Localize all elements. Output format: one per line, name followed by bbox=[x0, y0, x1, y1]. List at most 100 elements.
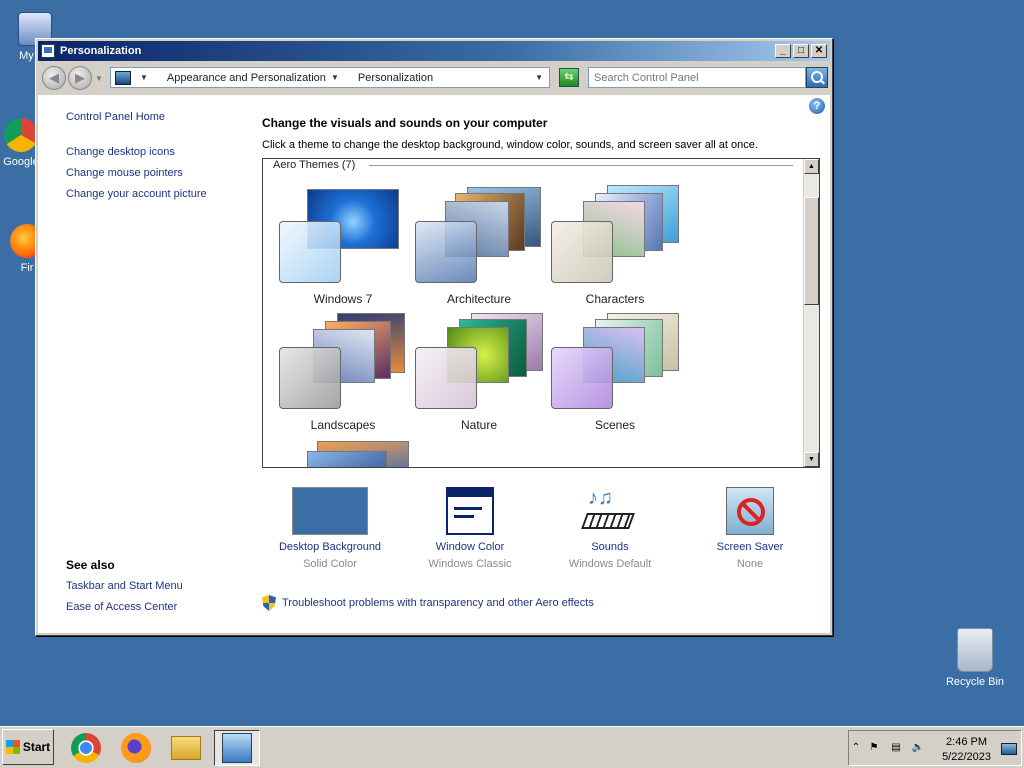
desktop-icon-label: Recycle Bin bbox=[945, 676, 1005, 688]
theme-glass-swatch bbox=[279, 347, 341, 409]
refresh-icon: ⇆ bbox=[564, 71, 574, 83]
refresh-button[interactable]: ⇆ bbox=[559, 68, 579, 87]
minimize-button[interactable]: _ bbox=[775, 44, 791, 58]
scroll-thumb[interactable] bbox=[804, 197, 819, 305]
folder-icon bbox=[171, 736, 201, 760]
theme-label: Architecture bbox=[446, 292, 512, 306]
theme-partial-next[interactable] bbox=[277, 441, 411, 467]
scroll-up-button[interactable]: ▲ bbox=[804, 159, 819, 174]
taskbar: Start ⌃ ⚑ ▤ 🔈 2:46 PM 5/22/2023 bbox=[0, 726, 1024, 768]
desktop-icon-recycle-bin[interactable]: Recycle Bin bbox=[940, 628, 1010, 688]
desktop-icon-label: Google bbox=[3, 156, 39, 168]
screen-saver-option[interactable]: Screen Saver None bbox=[680, 487, 820, 570]
theme-glass-swatch bbox=[551, 221, 613, 283]
desktop-background-icon bbox=[292, 487, 368, 535]
scroll-down-button[interactable]: ▼ bbox=[804, 452, 819, 467]
close-button[interactable]: ✕ bbox=[811, 44, 827, 58]
forward-button[interactable]: ▶ bbox=[68, 66, 92, 90]
show-hidden-icons-button[interactable]: ⌃ bbox=[849, 742, 863, 756]
network-icon[interactable]: ▤ bbox=[889, 742, 903, 756]
group-divider bbox=[369, 165, 793, 166]
theme-label: Scenes bbox=[594, 418, 636, 432]
theme-label: Windows 7 bbox=[313, 292, 373, 306]
theme-nature[interactable]: Nature bbox=[413, 313, 545, 435]
system-tray: ⌃ ⚑ ▤ 🔈 2:46 PM 5/22/2023 bbox=[848, 730, 1022, 766]
taskbar-start-menu-link[interactable]: Taskbar and Start Menu bbox=[66, 580, 183, 592]
theme-glass-swatch bbox=[415, 221, 477, 283]
theme-card bbox=[307, 451, 387, 467]
theme-glass-swatch bbox=[415, 347, 477, 409]
control-panel-icon bbox=[41, 44, 55, 58]
personalization-window: Personalization _ □ ✕ ◀ ▶ ▼ ▼ Appearance… bbox=[35, 38, 833, 636]
theme-label: Landscapes bbox=[310, 418, 376, 432]
change-desktop-icons-link[interactable]: Change desktop icons bbox=[66, 146, 175, 158]
control-panel-icon bbox=[222, 733, 252, 763]
taskbar-firefox[interactable] bbox=[116, 730, 156, 766]
option-value: Solid Color bbox=[303, 558, 357, 570]
option-value: None bbox=[736, 558, 764, 570]
ease-of-access-link[interactable]: Ease of Access Center bbox=[66, 601, 177, 613]
change-account-picture-link[interactable]: Change your account picture bbox=[66, 188, 207, 200]
address-field[interactable]: ▼ Appearance and Personalization ▼ Person… bbox=[110, 67, 550, 88]
breadcrumb-root-arrow[interactable]: ▼ bbox=[135, 73, 157, 82]
change-mouse-pointers-link[interactable]: Change mouse pointers bbox=[66, 167, 183, 179]
theme-label: Characters bbox=[585, 292, 645, 306]
chrome-icon bbox=[4, 118, 38, 152]
search-input[interactable] bbox=[588, 67, 806, 88]
title-bar[interactable]: Personalization _ □ ✕ bbox=[38, 41, 830, 61]
taskbar-control-panel[interactable] bbox=[214, 730, 260, 766]
volume-muted-icon[interactable]: 🔈 bbox=[911, 742, 925, 756]
show-desktop-button[interactable] bbox=[1001, 743, 1017, 755]
action-center-flag-icon[interactable]: ⚑ bbox=[867, 742, 881, 756]
troubleshoot-link[interactable]: Troubleshoot problems with transparency … bbox=[262, 595, 594, 611]
control-panel-home-link[interactable]: Control Panel Home bbox=[66, 111, 165, 123]
customization-options: Desktop Background Solid Color Window Co… bbox=[262, 487, 822, 587]
forward-arrow-icon: ▶ bbox=[75, 70, 85, 85]
theme-list-scrollbar[interactable]: ▲ ▼ bbox=[803, 159, 819, 467]
theme-landscapes[interactable]: Landscapes bbox=[277, 313, 409, 435]
clock-time: 2:46 PM bbox=[946, 736, 988, 748]
back-arrow-icon: ◀ bbox=[49, 70, 59, 85]
option-value: Windows Default bbox=[568, 558, 652, 570]
theme-scenes[interactable]: Scenes bbox=[549, 313, 681, 435]
theme-preview bbox=[291, 441, 411, 467]
help-button[interactable]: ? bbox=[809, 98, 825, 114]
sounds-option[interactable]: ♪♫ Sounds Windows Default bbox=[540, 487, 680, 570]
desktop-background-option[interactable]: Desktop Background Solid Color bbox=[260, 487, 400, 570]
search-button[interactable] bbox=[806, 67, 828, 88]
start-button[interactable]: Start bbox=[2, 729, 54, 765]
window-color-option[interactable]: Window Color Windows Classic bbox=[400, 487, 540, 570]
screen-saver-icon bbox=[726, 487, 774, 535]
breadcrumb-label: Appearance and Personalization bbox=[166, 71, 326, 84]
option-label: Window Color bbox=[435, 541, 505, 553]
theme-glass-swatch bbox=[551, 347, 613, 409]
back-button[interactable]: ◀ bbox=[42, 66, 66, 90]
chevron-down-icon: ▼ bbox=[330, 73, 339, 82]
address-history-dropdown[interactable]: ▼ bbox=[535, 73, 543, 82]
shield-icon bbox=[262, 595, 276, 611]
content-area: ? Control Panel Home Change desktop icon… bbox=[38, 95, 830, 633]
window-color-icon bbox=[446, 487, 494, 535]
clock[interactable]: 2:46 PM 5/22/2023 bbox=[942, 735, 991, 765]
page-title: Change the visuals and sounds on your co… bbox=[262, 116, 548, 130]
breadcrumb-personalization[interactable]: Personalization bbox=[358, 72, 433, 84]
troubleshoot-label: Troubleshoot problems with transparency … bbox=[282, 597, 594, 609]
theme-characters[interactable]: Characters bbox=[549, 185, 681, 309]
option-label: Screen Saver bbox=[716, 541, 784, 553]
maximize-button[interactable]: □ bbox=[793, 44, 809, 58]
window-title: Personalization bbox=[60, 45, 142, 57]
group-label: Aero Themes (7) bbox=[273, 159, 360, 171]
address-bar: ◀ ▶ ▼ ▼ Appearance and Personalization ▼ … bbox=[38, 63, 830, 93]
windows-logo-icon bbox=[5, 740, 20, 754]
recycle-bin-icon bbox=[957, 628, 993, 672]
theme-architecture[interactable]: Architecture bbox=[413, 187, 545, 309]
taskbar-file-explorer[interactable] bbox=[166, 730, 206, 766]
sounds-icon: ♪♫ bbox=[581, 487, 638, 535]
firefox-icon bbox=[121, 733, 151, 763]
breadcrumb-appearance[interactable]: Appearance and Personalization ▼ bbox=[167, 72, 348, 84]
option-value: Windows Classic bbox=[428, 558, 512, 570]
chevron-down-icon: ▼ bbox=[140, 73, 148, 82]
taskbar-chrome[interactable] bbox=[66, 730, 106, 766]
recent-pages-dropdown[interactable]: ▼ bbox=[95, 74, 103, 83]
theme-windows-7[interactable]: Windows 7 bbox=[277, 189, 409, 309]
